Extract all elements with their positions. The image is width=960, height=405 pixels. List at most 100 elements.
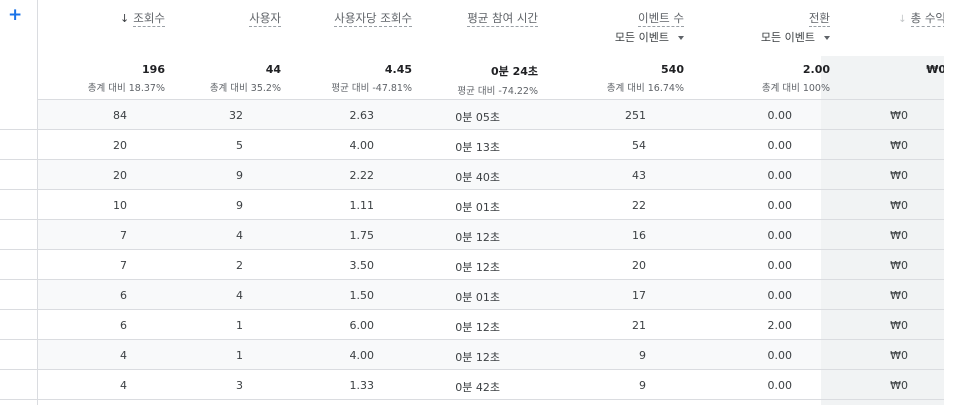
header-conversions-label: 전환 bbox=[808, 11, 830, 27]
cell-vpu: 3.50 bbox=[349, 259, 375, 272]
total-time-sub: 평균 대비 -74.22% bbox=[457, 86, 538, 97]
conversions-filter-label: 모든 이벤트 bbox=[760, 31, 815, 44]
total-views-sub: 총계 대비 18.37% bbox=[87, 83, 165, 94]
header-avg-engagement[interactable]: 평균 참여 시간 bbox=[467, 10, 538, 27]
cell-views: 84 bbox=[113, 109, 127, 122]
header-users[interactable]: 사용자 bbox=[249, 10, 281, 27]
row-dimension-cell bbox=[0, 160, 38, 189]
total-conv-sub: 총계 대비 100% bbox=[761, 83, 830, 94]
total-avg-engagement: 0분 24초 평균 대비 -74.22% bbox=[457, 63, 538, 97]
cell-events: 9 bbox=[639, 349, 646, 362]
cell-time: 0분 01초 bbox=[455, 201, 500, 214]
row-dimension-cell bbox=[0, 370, 38, 399]
events-filter-dropdown[interactable]: 모든 이벤트 bbox=[615, 29, 684, 45]
cell-views: 6 bbox=[120, 289, 127, 302]
row-shade bbox=[38, 100, 821, 129]
row-shade bbox=[38, 220, 821, 249]
total-views: 196 총계 대비 18.37% bbox=[88, 63, 165, 94]
cell-events: 251 bbox=[625, 109, 646, 122]
table-row[interactable]: 4 3 1.33 0분 42초 9 0.00 ₩0 bbox=[0, 370, 944, 400]
cell-time: 0분 12초 bbox=[455, 231, 500, 244]
cell-views: 6 bbox=[120, 319, 127, 332]
cell-conv: 0.00 bbox=[767, 139, 793, 152]
total-events-value: 540 bbox=[661, 63, 684, 76]
cell-events: 54 bbox=[632, 139, 646, 152]
cell-users: 9 bbox=[236, 169, 243, 182]
cell-views: 20 bbox=[113, 139, 127, 152]
table-row[interactable]: 7 4 1.75 0분 12초 16 0.00 ₩0 bbox=[0, 220, 944, 250]
cell-vpu: 4.00 bbox=[349, 349, 375, 362]
table-row[interactable]: 4 1 4.00 0분 12초 9 0.00 ₩0 bbox=[0, 340, 944, 370]
total-conversions: 2.00 총계 대비 100% bbox=[762, 63, 830, 94]
row-dimension-cell bbox=[0, 190, 38, 219]
cell-time: 0분 05초 bbox=[455, 111, 500, 124]
cell-time: 0분 12초 bbox=[455, 321, 500, 334]
header-views-per-user[interactable]: 사용자당 조회수 bbox=[334, 10, 412, 27]
header-revenue-label: 총 수익 bbox=[910, 11, 946, 27]
cell-events: 16 bbox=[632, 229, 646, 242]
cell-rev: ₩0 bbox=[890, 379, 908, 392]
cell-events: 17 bbox=[632, 289, 646, 302]
cell-views: 4 bbox=[120, 349, 127, 362]
table-row[interactable]: 20 5 4.00 0분 13초 54 0.00 ₩0 bbox=[0, 130, 944, 160]
table-row[interactable]: 10 9 1.11 0분 01초 22 0.00 ₩0 bbox=[0, 190, 944, 220]
total-events: 540 총계 대비 16.74% bbox=[607, 63, 684, 94]
cell-rev: ₩0 bbox=[890, 319, 908, 332]
cell-vpu: 1.50 bbox=[349, 289, 375, 302]
cell-vpu: 1.33 bbox=[349, 379, 375, 392]
table-row[interactable]: 84 32 2.63 0분 05초 251 0.00 ₩0 bbox=[0, 100, 944, 130]
row-dimension-cell bbox=[0, 250, 38, 279]
caret-down-icon bbox=[678, 36, 684, 40]
table-header: ↓ 조회수 사용자 사용자당 조회수 평균 참여 시간 이벤트 수 모든 이벤트 … bbox=[38, 0, 946, 56]
conversions-filter-dropdown[interactable]: 모든 이벤트 bbox=[761, 29, 830, 45]
cell-users: 4 bbox=[236, 229, 243, 242]
cell-vpu: 2.22 bbox=[349, 169, 375, 182]
add-dimension-icon[interactable]: + bbox=[8, 7, 22, 24]
cell-users: 5 bbox=[236, 139, 243, 152]
header-views[interactable]: ↓ 조회수 bbox=[120, 10, 165, 27]
cell-views: 7 bbox=[120, 229, 127, 242]
cell-views: 7 bbox=[120, 259, 127, 272]
cell-rev: ₩0 bbox=[890, 289, 908, 302]
row-dimension-cell bbox=[0, 130, 38, 159]
header-revenue[interactable]: ↓ 총 수익 bbox=[898, 10, 946, 27]
report-table: + ↓ 조회수 사용자 사용자당 조회수 평균 참여 시간 이벤트 수 모든 이벤… bbox=[0, 0, 960, 405]
header-events[interactable]: 이벤트 수 모든 이벤트 bbox=[615, 10, 684, 45]
cell-events: 21 bbox=[632, 319, 646, 332]
row-dimension-cell bbox=[0, 340, 38, 369]
cell-views: 4 bbox=[120, 379, 127, 392]
table-row[interactable]: 7 2 3.50 0분 12초 20 0.00 ₩0 bbox=[0, 250, 944, 280]
header-conversions[interactable]: 전환 모든 이벤트 bbox=[761, 10, 830, 45]
total-users-value: 44 bbox=[265, 63, 281, 76]
cell-users: 3 bbox=[236, 379, 243, 392]
cell-rev: ₩0 bbox=[890, 349, 908, 362]
cell-users: 4 bbox=[236, 289, 243, 302]
caret-down-icon bbox=[824, 36, 830, 40]
cell-rev: ₩0 bbox=[890, 139, 908, 152]
total-conv-value: 2.00 bbox=[802, 63, 830, 76]
cell-rev: ₩0 bbox=[890, 169, 908, 182]
cell-conv: 0.00 bbox=[767, 229, 793, 242]
cell-conv: 0.00 bbox=[767, 259, 793, 272]
arrow-down-icon: ↓ bbox=[120, 12, 130, 25]
total-time-value: 0분 24초 bbox=[490, 65, 538, 78]
total-vpu-value: 4.45 bbox=[384, 63, 412, 76]
cell-rev: ₩0 bbox=[890, 199, 908, 212]
row-dimension-cell bbox=[0, 310, 38, 339]
table-row[interactable]: 6 1 6.00 0분 12초 21 2.00 ₩0 bbox=[0, 310, 944, 340]
header-views-label: 조회수 bbox=[133, 11, 165, 27]
cell-time: 0분 12초 bbox=[455, 351, 500, 364]
total-vpu-sub: 평균 대비 -47.81% bbox=[331, 83, 412, 94]
cell-events: 9 bbox=[639, 379, 646, 392]
sort-arrow-icon: ↓ bbox=[898, 14, 907, 25]
cell-conv: 0.00 bbox=[767, 109, 793, 122]
total-users-sub: 총계 대비 35.2% bbox=[209, 83, 281, 94]
cell-time: 0분 12초 bbox=[455, 261, 500, 274]
cell-conv: 2.00 bbox=[767, 319, 793, 332]
table-row[interactable]: 20 9 2.22 0분 40초 43 0.00 ₩0 bbox=[0, 160, 944, 190]
cell-vpu: 4.00 bbox=[349, 139, 375, 152]
total-views-per-user: 4.45 평균 대비 -47.81% bbox=[331, 63, 412, 94]
cell-users: 2 bbox=[236, 259, 243, 272]
table-row[interactable]: 6 4 1.50 0분 01초 17 0.00 ₩0 bbox=[0, 280, 944, 310]
cell-users: 9 bbox=[236, 199, 243, 212]
